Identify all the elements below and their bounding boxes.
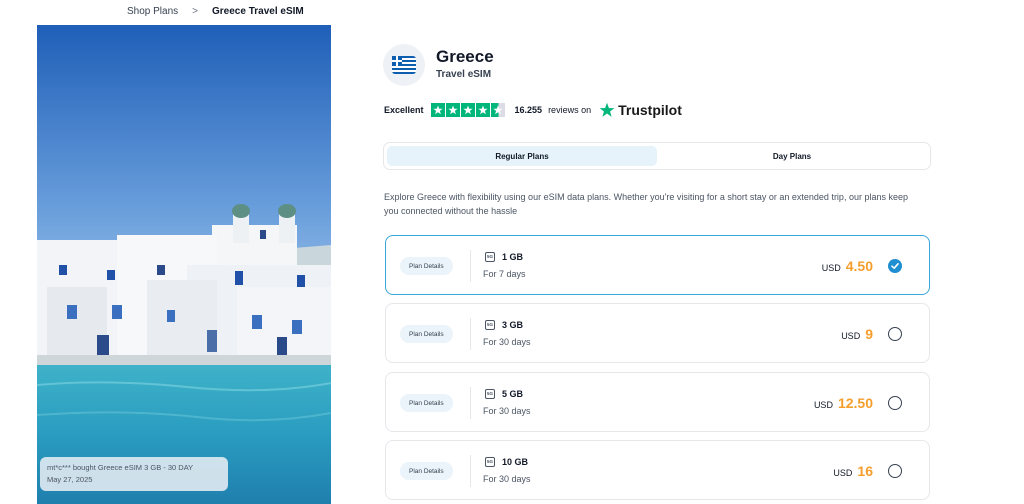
plan-card-5gb[interactable]: Plan Details 5G 5 GB For 30 days USD 12.… [385, 372, 930, 432]
star-icon [445, 103, 460, 117]
tab-regular-plans[interactable]: Regular Plans [387, 146, 657, 166]
plan-data: 1 GB [502, 252, 524, 262]
5g-icon: 5G [485, 320, 495, 330]
star-icon [430, 103, 445, 117]
reviews-on-text: reviews on [548, 105, 592, 115]
breadcrumb-separator: > [192, 6, 198, 17]
5g-icon: 5G [485, 252, 495, 262]
plan-type-tabs: Regular Plans Day Plans [383, 142, 931, 170]
trustpilot-brand: Trustpilot [618, 102, 682, 118]
5g-icon: 5G [485, 389, 495, 399]
plan-card-3gb[interactable]: Plan Details 5G 3 GB For 30 days USD 9 [385, 303, 930, 363]
toast-message: mt*c*** bought Greece eSIM 3 GB - 30 DAY [47, 463, 194, 472]
plan-data: 10 GB [502, 457, 529, 467]
price-amount: 12.50 [837, 395, 873, 411]
plan-card-10gb[interactable]: Plan Details 5G 10 GB For 30 days USD 16 [385, 440, 930, 500]
price-currency: USD [813, 400, 833, 410]
selected-check-icon[interactable] [888, 259, 902, 273]
review-count: 16.255 [514, 105, 543, 115]
price-amount: 9 [865, 326, 873, 342]
price-currency: USD [821, 263, 841, 273]
plan-data: 5 GB [502, 389, 524, 399]
plan-radio[interactable] [888, 396, 902, 410]
plan-price: USD 12.50 [814, 395, 873, 411]
divider [470, 387, 471, 419]
recent-purchase-toast: mt*c*** bought Greece eSIM 3 GB - 30 DAY… [40, 457, 228, 491]
breadcrumb-current: Greece Travel eSIM [212, 6, 304, 17]
plan-duration: For 30 days [483, 474, 531, 484]
plan-data: 3 GB [502, 320, 524, 330]
plan-duration: For 7 days [483, 269, 526, 279]
plan-price: USD 9 [841, 326, 873, 342]
toast-date: May 27, 2025 [47, 475, 93, 484]
price-amount: 16 [857, 463, 873, 479]
price-currency: USD [841, 331, 861, 341]
trustpilot-star-icon [599, 102, 615, 117]
plan-details-button[interactable]: Plan Details [400, 462, 453, 480]
5g-icon: 5G [485, 457, 495, 467]
rating-stars [430, 103, 505, 117]
plan-card-1gb[interactable]: Plan Details 5G 1 GB For 7 days USD 4.50 [385, 235, 930, 295]
plan-price: USD 16 [833, 463, 873, 479]
plans-description: Explore Greece with flexibility using ou… [384, 192, 908, 216]
plan-duration: For 30 days [483, 337, 531, 347]
plan-radio[interactable] [888, 327, 902, 341]
greece-flag-icon [383, 44, 425, 86]
plan-details-button[interactable]: Plan Details [400, 325, 453, 343]
price-amount: 4.50 [845, 258, 873, 274]
plan-price: USD 4.50 [822, 258, 873, 274]
divider [470, 250, 471, 282]
star-icon [475, 103, 490, 117]
page-subtitle: Travel eSIM [436, 69, 492, 80]
divider [470, 318, 471, 350]
tab-day-plans[interactable]: Day Plans [657, 146, 927, 166]
breadcrumb-shop-plans[interactable]: Shop Plans [127, 6, 178, 17]
half-star-icon [490, 103, 505, 117]
star-icon [460, 103, 475, 117]
plan-radio[interactable] [888, 464, 902, 478]
page-title: Greece [436, 47, 494, 66]
destination-photo [37, 25, 331, 504]
trustpilot-logo[interactable]: Trustpilot [599, 102, 682, 118]
rating-label: Excellent [384, 105, 424, 115]
trustpilot-rating[interactable]: Excellent 16.255 reviews on Trustpilot [384, 102, 682, 118]
plan-details-button[interactable]: Plan Details [400, 257, 453, 275]
plan-details-button[interactable]: Plan Details [400, 394, 453, 412]
price-currency: USD [833, 468, 853, 478]
breadcrumb: Shop Plans > Greece Travel eSIM [127, 6, 304, 17]
divider [470, 455, 471, 487]
plan-duration: For 30 days [483, 406, 531, 416]
